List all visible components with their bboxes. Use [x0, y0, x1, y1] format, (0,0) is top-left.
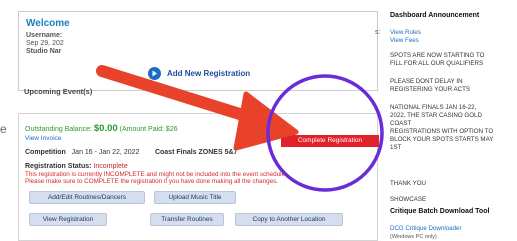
- spots-line-2: FILL FOR ALL OUR QUALIFIERS: [390, 60, 484, 67]
- thank-you-text: THANK YOU: [390, 180, 426, 187]
- transfer-routines-button[interactable]: Transfer Routines: [150, 213, 224, 226]
- date-text: Sep 29, 202: [26, 40, 64, 47]
- truncated-side-letter: e: [0, 122, 7, 136]
- add-circle-icon: [148, 66, 161, 80]
- balance-label: Outstanding Balance:: [25, 126, 92, 133]
- welcome-title: Welcome: [26, 18, 70, 29]
- finals-line-5: BLOCK YOUR SPOTS STARTS MAY: [390, 136, 494, 143]
- finals-line-1: NATIONAL FINALS JAN 16-22,: [390, 104, 477, 111]
- competition-info: Competition Jan 16 - Jan 22, 2022 Coast …: [25, 149, 237, 156]
- finals-line-6: 1ST: [390, 144, 402, 151]
- copy-to-another-location-button[interactable]: Copy to Another Location: [235, 213, 343, 226]
- upcoming-events-heading: Upcoming Event(s): [24, 87, 93, 96]
- truncated-label: s:: [375, 29, 381, 36]
- showcase-text: SHOWCASE: [390, 196, 427, 203]
- amount-paid: (Amount Paid: $26: [119, 126, 178, 133]
- username-label: Username:: [26, 32, 63, 39]
- finals-line-4: REGISTRATIONS WITH OPTION TO: [390, 128, 494, 135]
- finals-line-3: COAST: [390, 120, 412, 127]
- warning-line-2: Please make sure to COMPLETE the registr…: [25, 178, 279, 185]
- critique-tool-heading: Critique Batch Download Tool: [390, 208, 490, 215]
- status-value: Incomplete: [93, 163, 128, 170]
- outstanding-balance: Outstanding Balance: $0.00 (Amount Paid:…: [25, 123, 178, 134]
- announcement-sidebar: Dashboard Announcement View Rules View F…: [390, 0, 517, 241]
- competition-label: Competition: [25, 149, 66, 156]
- studio-label: Studio Nar: [26, 48, 62, 55]
- view-invoice-link[interactable]: View Invoice: [25, 135, 61, 142]
- page: Welcome Username: Sep 29, 202 Studio Nar…: [0, 0, 517, 241]
- view-rules-link[interactable]: View Rules: [390, 29, 515, 37]
- registration-status: Registration Status: Incomplete: [25, 163, 128, 170]
- windows-only-note: (Windows PC only): [390, 234, 437, 240]
- view-registration-button[interactable]: View Registration: [29, 213, 107, 226]
- status-label: Registration Status:: [25, 163, 92, 170]
- upload-music-title-button[interactable]: Upload Music Title: [154, 191, 236, 204]
- add-new-registration-label: Add New Registration: [167, 68, 251, 78]
- delay-line-1: PLEASE DONT DELAY IN: [390, 78, 463, 85]
- warning-line-1: This registration is currently INCOMPLET…: [25, 171, 287, 178]
- dcg-critique-downloader-link[interactable]: DCG Critique Downloader: [390, 225, 515, 233]
- competition-dates: Jan 16 - Jan 22, 2022: [71, 149, 140, 156]
- add-new-registration-link[interactable]: Add New Registration: [148, 66, 250, 80]
- competition-name: Coast Finals ZONES 5&7: [154, 149, 238, 156]
- add-edit-routines-button[interactable]: Add/Edit Routines/Dancers: [29, 191, 145, 204]
- spots-line-1: SPOTS ARE NOW STARTING TO: [390, 52, 485, 59]
- registration-card: Outstanding Balance: $0.00 (Amount Paid:…: [18, 113, 379, 241]
- view-fees-link[interactable]: View Fees: [390, 37, 515, 45]
- dashboard-announcement-heading: Dashboard Announcement: [390, 12, 480, 19]
- delay-line-2: REGISTERING YOUR ACTS: [390, 86, 470, 93]
- complete-registration-button[interactable]: Complete Registration: [281, 135, 379, 147]
- finals-line-2: 2022, THE STAR CASINO GOLD: [390, 112, 482, 119]
- balance-amount: $0.00: [93, 123, 118, 134]
